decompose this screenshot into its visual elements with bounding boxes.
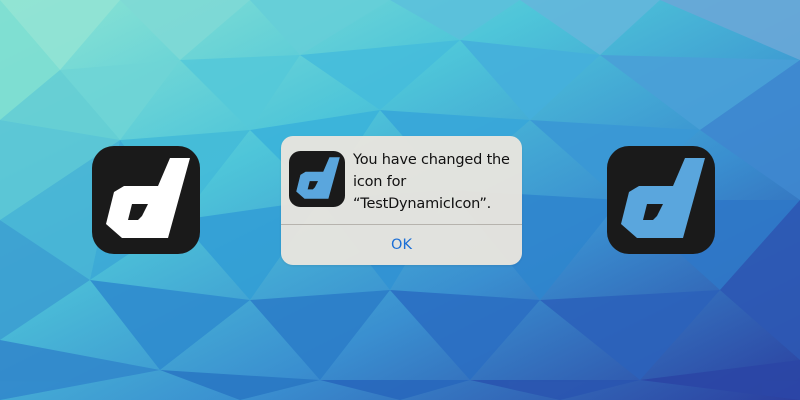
ok-button[interactable]: OK bbox=[281, 225, 522, 265]
alert-message-line: icon for bbox=[353, 174, 407, 190]
alert-app-icon bbox=[289, 151, 345, 207]
d-logo-icon bbox=[289, 151, 345, 207]
app-icon-white bbox=[92, 146, 200, 254]
alert-message: You have changed the icon for “TestDynam… bbox=[353, 149, 519, 215]
app-icon-blue bbox=[607, 146, 715, 254]
alert-message-line: “TestDynamicIcon”. bbox=[353, 196, 492, 212]
alert-message-line: You have changed the bbox=[353, 152, 510, 168]
d-logo-icon bbox=[92, 146, 200, 254]
icon-changed-alert: You have changed the icon for “TestDynam… bbox=[281, 136, 522, 265]
d-logo-icon bbox=[607, 146, 715, 254]
